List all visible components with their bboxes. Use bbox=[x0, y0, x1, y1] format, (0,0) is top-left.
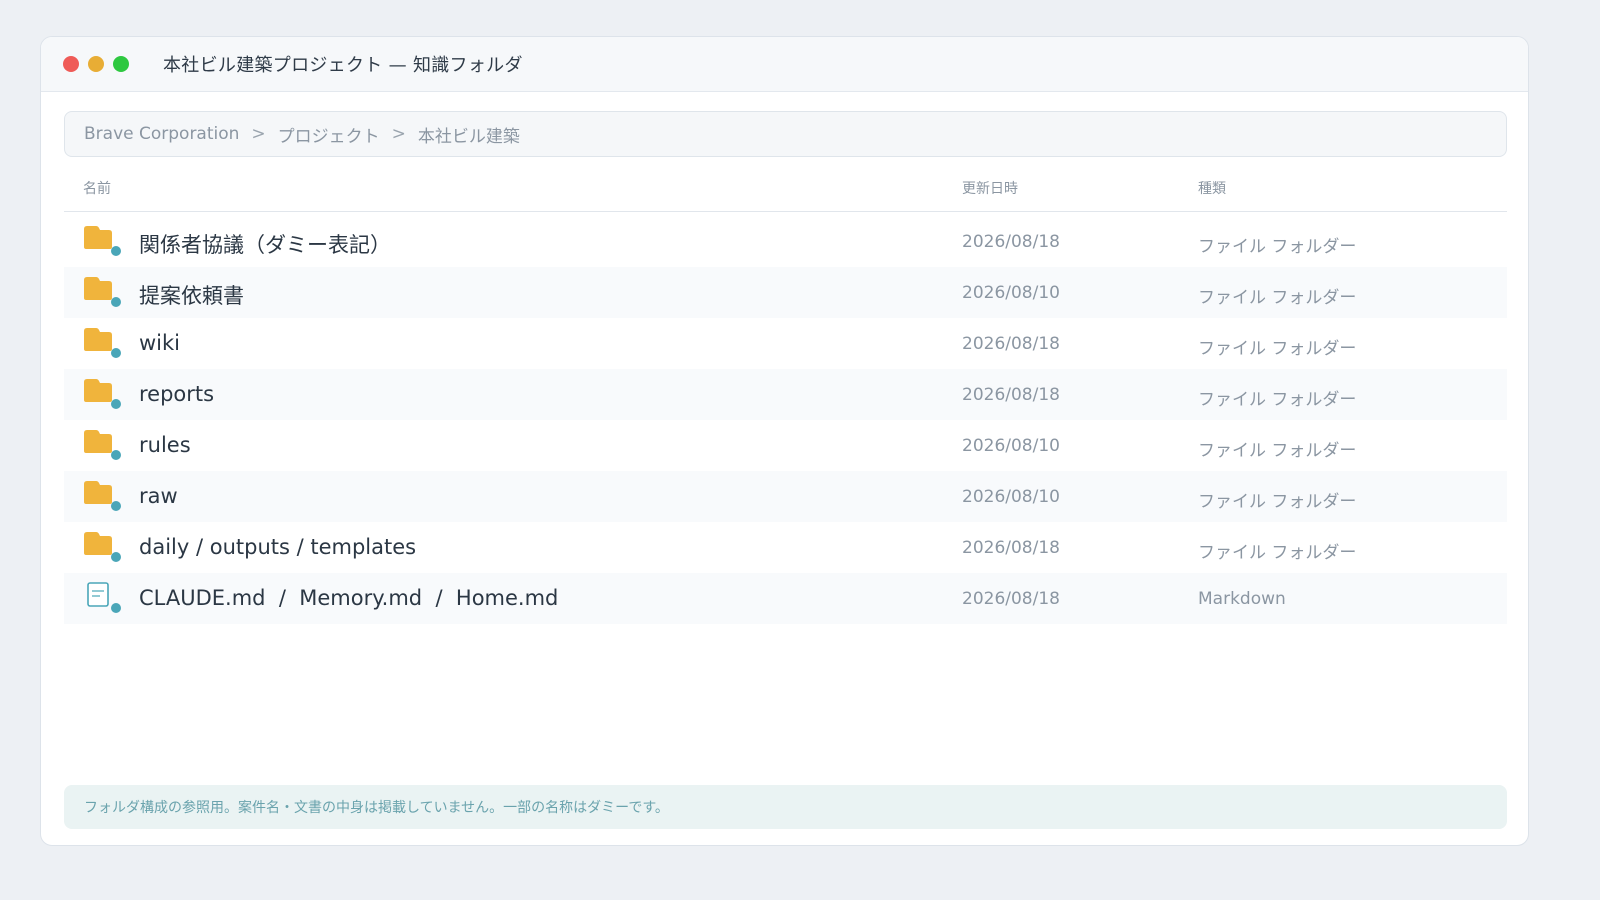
column-header-modified[interactable]: 更新日時 bbox=[962, 178, 1018, 198]
file-modified-date: 2026/08/10 bbox=[962, 436, 1060, 456]
file-name: reports bbox=[139, 382, 215, 406]
breadcrumb-item-current[interactable]: 本社ビル建築 bbox=[418, 122, 520, 147]
file-row[interactable]: 関係者協議（ダミー表記） 2026/08/18 ファイル フォルダー bbox=[64, 216, 1507, 267]
file-name: wiki bbox=[139, 331, 181, 355]
file-modified-date: 2026/08/18 bbox=[962, 334, 1060, 354]
breadcrumb-separator: > bbox=[251, 124, 266, 144]
breadcrumb-item-projects[interactable]: プロジェクト bbox=[278, 122, 380, 147]
folder-icon bbox=[83, 531, 121, 563]
zoom-window-button[interactable] bbox=[113, 56, 129, 72]
close-window-button[interactable] bbox=[63, 56, 79, 72]
file-kind: ファイル フォルダー bbox=[1198, 288, 1357, 308]
column-header-row: 名前 更新日時 種類 bbox=[64, 165, 1507, 212]
file-kind: ファイル フォルダー bbox=[1198, 441, 1357, 461]
column-header-name[interactable]: 名前 bbox=[83, 178, 111, 198]
file-row[interactable]: 提案依頼書 2026/08/10 ファイル フォルダー bbox=[64, 267, 1507, 318]
footnote: フォルダ構成の参照用。案件名・文書の中身は掲載していません。一部の名称はダミーで… bbox=[64, 785, 1507, 829]
file-kind: ファイル フォルダー bbox=[1198, 492, 1357, 512]
file-modified-date: 2026/08/10 bbox=[962, 487, 1060, 507]
folder-icon bbox=[83, 429, 121, 461]
file-modified-date: 2026/08/18 bbox=[962, 538, 1060, 558]
file-kind: ファイル フォルダー bbox=[1198, 543, 1357, 563]
document-icon bbox=[83, 582, 121, 614]
file-kind: Markdown bbox=[1198, 589, 1286, 609]
breadcrumb-item-company[interactable]: Brave Corporation bbox=[84, 124, 239, 144]
folder-icon bbox=[83, 327, 121, 359]
file-kind: ファイル フォルダー bbox=[1198, 339, 1357, 359]
folder-icon bbox=[83, 378, 121, 410]
file-name: CLAUDE.md / Memory.md / Home.md bbox=[139, 586, 559, 610]
file-list: 関係者協議（ダミー表記） 2026/08/18 ファイル フォルダー 提案依頼書 202… bbox=[64, 216, 1507, 624]
folder-icon bbox=[83, 480, 121, 512]
file-row[interactable]: rules 2026/08/10 ファイル フォルダー bbox=[64, 420, 1507, 471]
file-row[interactable]: daily / outputs / templates 2026/08/18 ファイ… bbox=[64, 522, 1507, 573]
window-title: 本社ビル建築プロジェクト — 知識フォルダ bbox=[163, 55, 523, 76]
file-name: 提案依頼書 bbox=[139, 284, 244, 308]
explorer-window: 本社ビル建築プロジェクト — 知識フォルダ Brave Corporation … bbox=[40, 36, 1529, 846]
minimize-window-button[interactable] bbox=[88, 56, 104, 72]
column-header-kind[interactable]: 種類 bbox=[1198, 178, 1226, 198]
file-row[interactable]: raw 2026/08/10 ファイル フォルダー bbox=[64, 471, 1507, 522]
file-modified-date: 2026/08/18 bbox=[962, 589, 1060, 609]
title-bar: 本社ビル建築プロジェクト — 知識フォルダ bbox=[41, 37, 1528, 92]
file-row[interactable]: CLAUDE.md / Memory.md / Home.md 2026/08/1… bbox=[64, 573, 1507, 624]
file-name: rules bbox=[139, 433, 191, 457]
folder-icon bbox=[83, 276, 121, 308]
file-kind: ファイル フォルダー bbox=[1198, 237, 1357, 257]
file-name: raw bbox=[139, 484, 178, 508]
file-row[interactable]: reports 2026/08/18 ファイル フォルダー bbox=[64, 369, 1507, 420]
file-row[interactable]: wiki 2026/08/18 ファイル フォルダー bbox=[64, 318, 1507, 369]
file-name: daily / outputs / templates bbox=[139, 535, 417, 559]
folder-icon bbox=[83, 225, 121, 257]
file-name: 関係者協議（ダミー表記） bbox=[139, 233, 391, 257]
breadcrumb: Brave Corporation > プロジェクト > 本社ビル建築 bbox=[64, 111, 1507, 157]
file-modified-date: 2026/08/18 bbox=[962, 385, 1060, 405]
breadcrumb-separator: > bbox=[391, 124, 406, 144]
file-modified-date: 2026/08/10 bbox=[962, 283, 1060, 303]
file-kind: ファイル フォルダー bbox=[1198, 390, 1357, 410]
file-modified-date: 2026/08/18 bbox=[962, 232, 1060, 252]
